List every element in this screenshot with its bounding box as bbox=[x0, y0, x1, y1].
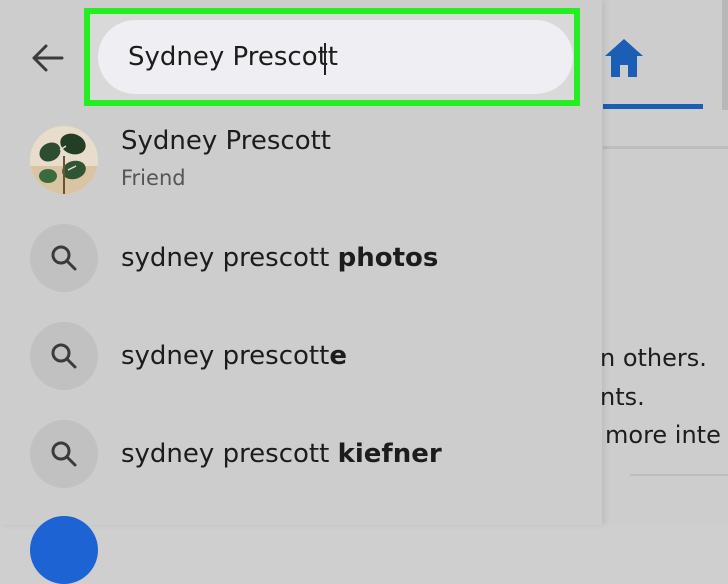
suggestion-prefix: sydney prescott bbox=[121, 243, 338, 273]
background-text-line: n others. bbox=[600, 344, 707, 372]
home-icon[interactable] bbox=[600, 34, 648, 82]
text-caret bbox=[324, 43, 326, 75]
search-icon-circle bbox=[30, 322, 98, 390]
result-title: Sydney Prescott bbox=[121, 126, 331, 156]
background-divider bbox=[630, 474, 728, 476]
search-input[interactable] bbox=[128, 38, 548, 76]
search-suggestion[interactable]: sydney prescott photos bbox=[0, 213, 602, 303]
suggestion-bold: photos bbox=[337, 243, 439, 273]
suggestion-prefix: sydney prescott bbox=[121, 439, 338, 469]
partial-result-icon[interactable] bbox=[30, 516, 98, 584]
search-icon bbox=[51, 441, 77, 467]
search-suggestion[interactable]: sydney prescotte bbox=[0, 311, 602, 401]
search-icon bbox=[51, 343, 77, 369]
suggestion-bold: kiefner bbox=[337, 439, 442, 469]
result-subtitle: Friend bbox=[121, 166, 186, 190]
suggestion-prefix: sydney prescott bbox=[121, 341, 330, 371]
suggestion-bold: e bbox=[329, 341, 347, 371]
search-icon-circle bbox=[30, 224, 98, 292]
search-box[interactable] bbox=[98, 20, 573, 94]
background-edge bbox=[722, 0, 728, 110]
suggestion-text: sydney prescott photos bbox=[121, 243, 438, 273]
background-divider bbox=[603, 146, 728, 149]
avatar bbox=[30, 126, 98, 194]
back-button[interactable] bbox=[24, 36, 72, 80]
background-text-line: nts. bbox=[600, 383, 645, 411]
avatar-image bbox=[30, 126, 98, 194]
suggestion-text: sydney prescotte bbox=[121, 341, 347, 371]
home-tab-indicator bbox=[603, 104, 703, 109]
search-icon bbox=[51, 245, 77, 271]
search-dropdown: Sydney Prescott Friend sydney prescott p… bbox=[0, 0, 602, 584]
background-text-line: more inte bbox=[605, 421, 721, 449]
suggestion-text: sydney prescott kiefner bbox=[121, 439, 442, 469]
arrow-left-icon bbox=[32, 44, 64, 72]
search-result-person[interactable]: Sydney Prescott Friend bbox=[0, 118, 602, 208]
search-suggestion[interactable]: sydney prescott kiefner bbox=[0, 409, 602, 499]
search-icon-circle bbox=[30, 420, 98, 488]
